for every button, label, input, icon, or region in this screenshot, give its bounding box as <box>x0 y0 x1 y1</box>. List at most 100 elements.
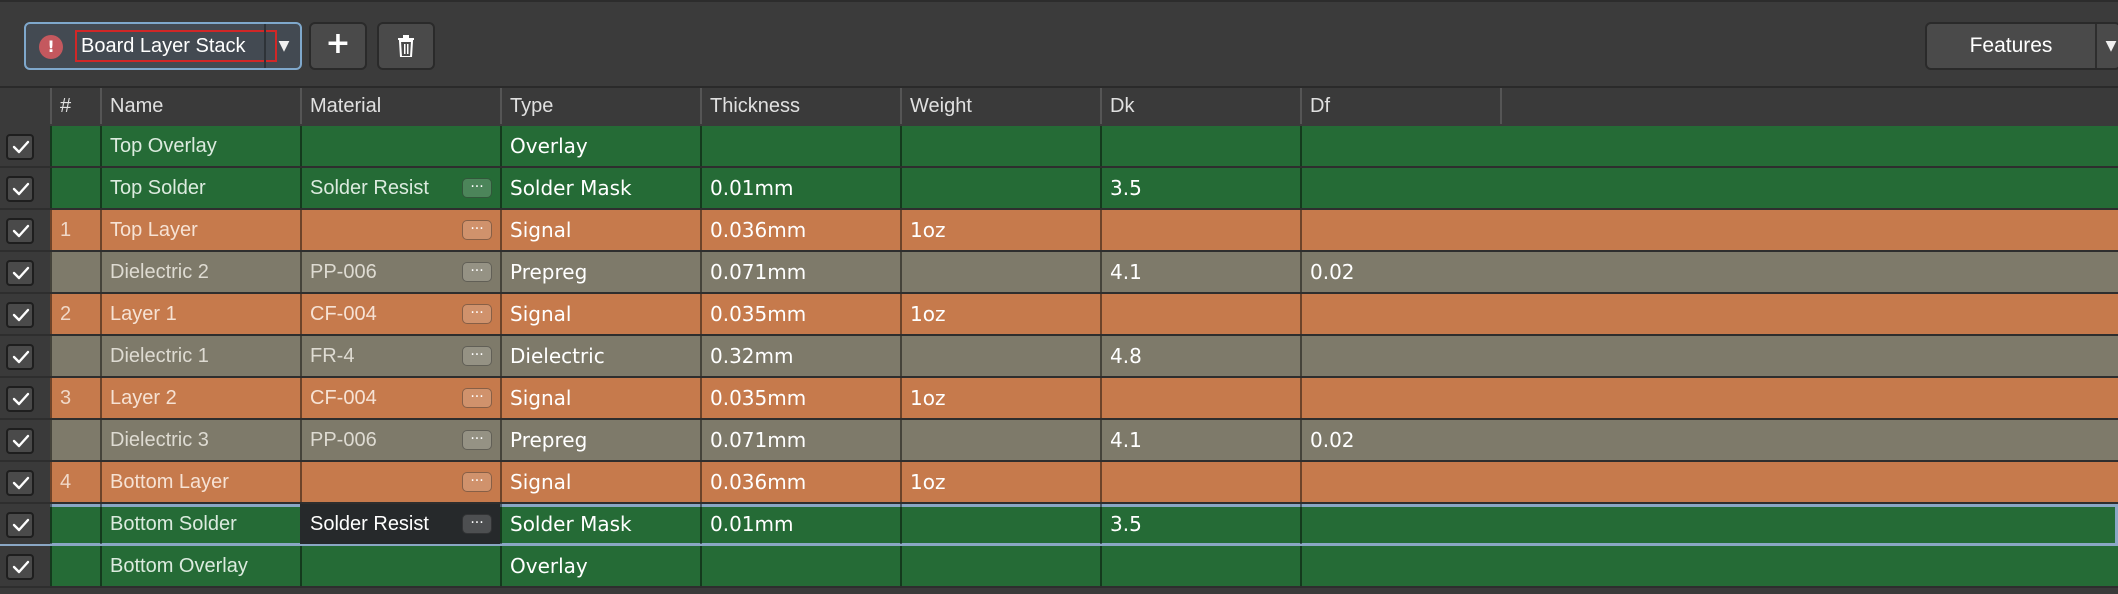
column-header-dk[interactable]: Dk <box>1100 88 1300 124</box>
layer-df-cell[interactable] <box>1300 168 2118 208</box>
layer-weight-cell[interactable]: 1oz <box>900 462 1100 502</box>
column-header-material[interactable]: Material <box>300 88 500 124</box>
layer-name-cell[interactable]: Top Layer <box>100 210 300 250</box>
layer-type-cell[interactable]: Prepreg <box>500 252 700 292</box>
material-browse-button[interactable]: ··· <box>462 388 492 408</box>
layer-name-cell[interactable]: Bottom Solder <box>100 504 300 544</box>
table-row[interactable]: Dielectric 1 FR-4 ··· Dielectric 0.32mm 4.8 <box>0 336 2118 378</box>
layer-df-cell[interactable] <box>1300 378 2118 418</box>
layer-weight-cell[interactable] <box>900 420 1100 460</box>
layer-name-cell[interactable]: Dielectric 1 <box>100 336 300 376</box>
layer-df-cell[interactable] <box>1300 504 2118 544</box>
table-row[interactable]: 2 Layer 1 CF-004 ··· Signal 0.035mm 1oz <box>0 294 2118 336</box>
table-row[interactable]: Top Overlay Overlay <box>0 126 2118 168</box>
layer-weight-cell[interactable]: 1oz <box>900 210 1100 250</box>
layer-enabled-checkbox[interactable] <box>6 344 34 370</box>
layer-enabled-checkbox[interactable] <box>6 470 34 496</box>
layer-enabled-cell[interactable] <box>0 504 50 544</box>
layer-df-cell[interactable]: 0.02 <box>1300 252 2118 292</box>
table-row[interactable]: Bottom Overlay Overlay <box>0 546 2118 588</box>
material-browse-button[interactable]: ··· <box>462 472 492 492</box>
layer-enabled-cell[interactable] <box>0 462 50 502</box>
table-row[interactable]: 4 Bottom Layer ··· Signal 0.036mm 1oz <box>0 462 2118 504</box>
chevron-down-icon[interactable]: ▼ <box>274 38 294 54</box>
layer-enabled-cell[interactable] <box>0 168 50 208</box>
layer-dk-cell[interactable]: 3.5 <box>1100 504 1300 544</box>
column-header-thickness[interactable]: Thickness <box>700 88 900 124</box>
layer-stack-name[interactable]: Board Layer Stack <box>75 30 277 62</box>
layer-enabled-checkbox[interactable] <box>6 512 34 538</box>
layer-dk-cell[interactable]: 3.5 <box>1100 168 1300 208</box>
layer-type-cell[interactable]: Signal <box>500 378 700 418</box>
layer-dk-cell[interactable]: 4.8 <box>1100 336 1300 376</box>
table-row[interactable]: Dielectric 2 PP-006 ··· Prepreg 0.071mm 4.1 0.… <box>0 252 2118 294</box>
layer-dk-cell[interactable] <box>1100 126 1300 166</box>
layer-type-cell[interactable]: Signal <box>500 462 700 502</box>
material-browse-button[interactable]: ··· <box>462 178 492 198</box>
layer-df-cell[interactable] <box>1300 462 2118 502</box>
layer-name-cell[interactable]: Bottom Overlay <box>100 546 300 586</box>
column-header-weight[interactable]: Weight <box>900 88 1100 124</box>
layer-thickness-cell[interactable]: 0.01mm <box>700 168 900 208</box>
column-header-type[interactable]: Type <box>500 88 700 124</box>
table-row[interactable]: Top Solder Solder Resist ··· Solder Mask 0.0… <box>0 168 2118 210</box>
layer-df-cell[interactable] <box>1300 126 2118 166</box>
layer-weight-cell[interactable]: 1oz <box>900 378 1100 418</box>
layer-enabled-cell[interactable] <box>0 378 50 418</box>
layer-stack-selector[interactable]: ! Board Layer Stack ▼ <box>24 22 302 70</box>
add-layer-stack-button[interactable]: + <box>309 22 367 70</box>
material-browse-button[interactable]: ··· <box>462 514 492 534</box>
layer-dk-cell[interactable] <box>1100 294 1300 334</box>
layer-weight-cell[interactable] <box>900 252 1100 292</box>
layer-enabled-cell[interactable] <box>0 210 50 250</box>
layer-df-cell[interactable] <box>1300 546 2118 586</box>
column-header-name[interactable]: Name <box>100 88 300 124</box>
layer-df-cell[interactable]: 0.02 <box>1300 420 2118 460</box>
features-dropdown[interactable]: Features ▼ <box>1925 22 2118 70</box>
layer-enabled-cell[interactable] <box>0 336 50 376</box>
layer-name-cell[interactable]: Top Overlay <box>100 126 300 166</box>
layer-weight-cell[interactable] <box>900 168 1100 208</box>
layer-enabled-cell[interactable] <box>0 126 50 166</box>
layer-enabled-cell[interactable] <box>0 252 50 292</box>
chevron-down-icon[interactable]: ▼ <box>2101 38 2118 54</box>
layer-thickness-cell[interactable]: 0.035mm <box>700 294 900 334</box>
layer-enabled-checkbox[interactable] <box>6 554 34 580</box>
layer-weight-cell[interactable] <box>900 504 1100 544</box>
layer-dk-cell[interactable] <box>1100 462 1300 502</box>
layer-weight-cell[interactable] <box>900 126 1100 166</box>
layer-dk-cell[interactable] <box>1100 378 1300 418</box>
layer-weight-cell[interactable] <box>900 336 1100 376</box>
layer-enabled-checkbox[interactable] <box>6 134 34 160</box>
layer-weight-cell[interactable]: 1oz <box>900 294 1100 334</box>
table-row[interactable]: 1 Top Layer ··· Signal 0.036mm 1oz <box>0 210 2118 252</box>
layer-thickness-cell[interactable] <box>700 126 900 166</box>
layer-material-cell[interactable] <box>300 126 500 166</box>
delete-layer-stack-button[interactable] <box>377 22 435 70</box>
layer-enabled-checkbox[interactable] <box>6 386 34 412</box>
layer-dk-cell[interactable]: 4.1 <box>1100 252 1300 292</box>
layer-dk-cell[interactable]: 4.1 <box>1100 420 1300 460</box>
layer-type-cell[interactable]: Dielectric <box>500 336 700 376</box>
layer-thickness-cell[interactable]: 0.071mm <box>700 420 900 460</box>
layer-dk-cell[interactable] <box>1100 546 1300 586</box>
layer-thickness-cell[interactable]: 0.01mm <box>700 504 900 544</box>
layer-thickness-cell[interactable]: 0.035mm <box>700 378 900 418</box>
material-browse-button[interactable]: ··· <box>462 220 492 240</box>
layer-type-cell[interactable]: Signal <box>500 294 700 334</box>
layer-df-cell[interactable] <box>1300 210 2118 250</box>
layer-enabled-cell[interactable] <box>0 420 50 460</box>
layer-name-cell[interactable]: Layer 2 <box>100 378 300 418</box>
material-browse-button[interactable]: ··· <box>462 262 492 282</box>
layer-name-cell[interactable]: Dielectric 2 <box>100 252 300 292</box>
layer-type-cell[interactable]: Overlay <box>500 546 700 586</box>
layer-type-cell[interactable]: Overlay <box>500 126 700 166</box>
layer-type-cell[interactable]: Solder Mask <box>500 168 700 208</box>
layer-enabled-checkbox[interactable] <box>6 428 34 454</box>
layer-thickness-cell[interactable]: 0.036mm <box>700 462 900 502</box>
layer-enabled-checkbox[interactable] <box>6 260 34 286</box>
layer-type-cell[interactable]: Prepreg <box>500 420 700 460</box>
layer-df-cell[interactable] <box>1300 294 2118 334</box>
layer-name-cell[interactable]: Layer 1 <box>100 294 300 334</box>
layer-type-cell[interactable]: Signal <box>500 210 700 250</box>
